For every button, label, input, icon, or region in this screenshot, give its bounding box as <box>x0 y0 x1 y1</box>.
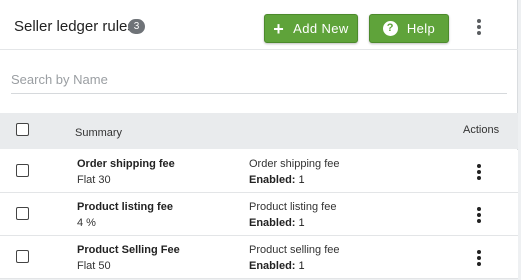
rule-value: Flat 30 <box>77 174 111 186</box>
page-title: Seller ledger rules <box>14 18 135 35</box>
select-all-checkbox[interactable] <box>16 123 29 136</box>
add-new-button[interactable]: + Add New <box>264 14 358 43</box>
row-actions-icon[interactable] <box>477 207 481 223</box>
enabled-value: 1 <box>298 174 305 186</box>
table-row: Product listing fee 4 % Product listing … <box>0 193 518 236</box>
row-checkbox[interactable] <box>16 207 29 220</box>
count-badge: 3 <box>128 19 145 34</box>
rule-name: Product listing fee <box>77 201 173 213</box>
rule-value: Flat 50 <box>77 260 111 272</box>
table-row: Order shipping fee Flat 30 Order shippin… <box>0 150 518 193</box>
rule-value: 4 % <box>77 217 96 229</box>
question-icon: ? <box>382 21 398 36</box>
rule-enabled: Enabled: 1 <box>249 217 305 229</box>
column-header-actions: Actions <box>463 124 500 136</box>
row-actions-icon[interactable] <box>477 250 481 266</box>
rule-name: Order shipping fee <box>77 158 175 170</box>
panel-header: Seller ledger rules 3 + Add New ? Help <box>0 0 518 50</box>
search-input[interactable] <box>11 66 507 94</box>
row-checkbox[interactable] <box>16 164 29 177</box>
row-checkbox[interactable] <box>16 250 29 263</box>
enabled-value: 1 <box>298 217 305 229</box>
rule-name: Product Selling Fee <box>77 244 180 256</box>
column-header-summary: Summary <box>75 127 123 139</box>
rule-description: Product selling fee <box>249 244 340 256</box>
help-label: Help <box>406 21 436 36</box>
enabled-value: 1 <box>298 260 305 272</box>
add-new-label: Add New <box>293 21 349 36</box>
table-row: Product Selling Fee Flat 50 Product sell… <box>0 236 518 279</box>
table-header: Summary Actions <box>0 113 518 149</box>
rule-description: Product listing fee <box>249 201 337 213</box>
rule-enabled: Enabled: 1 <box>249 260 305 272</box>
plus-icon: + <box>273 18 285 39</box>
rule-enabled: Enabled: 1 <box>249 174 305 186</box>
enabled-label: Enabled: <box>249 174 296 186</box>
enabled-label: Enabled: <box>249 260 296 272</box>
enabled-label: Enabled: <box>249 217 296 229</box>
row-actions-icon[interactable] <box>477 164 481 180</box>
more-options-icon[interactable] <box>477 19 481 35</box>
seller-ledger-rules-panel: Seller ledger rules 3 + Add New ? Help S… <box>0 0 518 279</box>
help-button[interactable]: ? Help <box>369 14 449 43</box>
rule-description: Order shipping fee <box>249 158 340 170</box>
